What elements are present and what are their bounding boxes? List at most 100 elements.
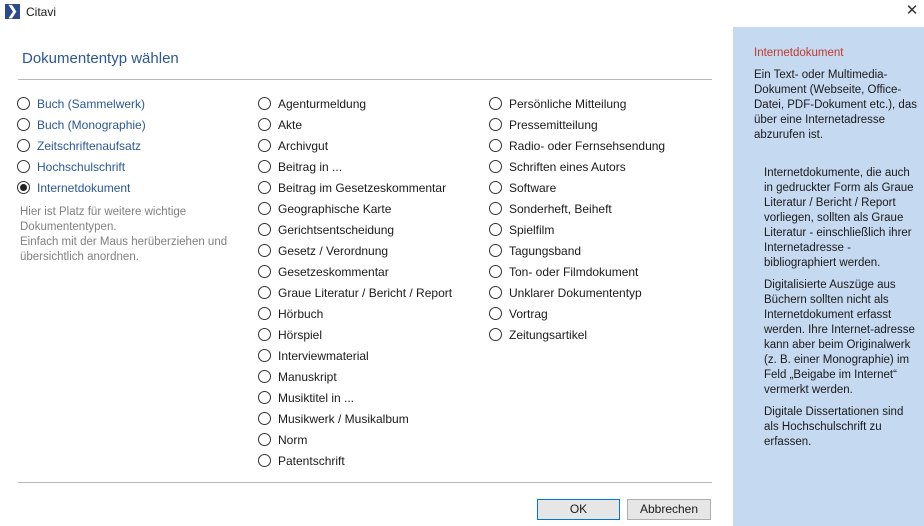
document-type-option[interactable]: Manuskript — [258, 366, 478, 387]
document-type-option[interactable]: Beitrag in ... — [258, 156, 478, 177]
radio-unchecked-icon[interactable] — [258, 433, 271, 446]
favorite-type-option[interactable]: Buch (Sammelwerk) — [17, 93, 247, 114]
info-panel: Internetdokument Ein Text- oder Multimed… — [733, 27, 924, 526]
document-type-option[interactable]: Schriften eines Autors — [489, 156, 719, 177]
document-type-option[interactable]: Archivgut — [258, 135, 478, 156]
favorite-type-option[interactable]: Zeitschriftenaufsatz — [17, 135, 247, 156]
radio-unchecked-icon[interactable] — [258, 265, 271, 278]
document-type-option-label: Persönliche Mitteilung — [509, 96, 627, 111]
document-type-option[interactable]: Persönliche Mitteilung — [489, 93, 719, 114]
radio-unchecked-icon[interactable] — [258, 118, 271, 131]
document-type-option[interactable]: Spielfilm — [489, 219, 719, 240]
favorite-type-option-label: Internetdokument — [37, 180, 131, 195]
document-type-option[interactable]: Musikwerk / Musikalbum — [258, 408, 478, 429]
radio-unchecked-icon[interactable] — [258, 244, 271, 257]
radio-unchecked-icon[interactable] — [489, 328, 502, 341]
close-button[interactable]: ✕ — [900, 0, 924, 22]
radio-unchecked-icon[interactable] — [258, 307, 271, 320]
document-type-option[interactable]: Patentschrift — [258, 450, 478, 471]
top-divider — [18, 79, 712, 80]
document-type-option[interactable]: Musiktitel in ... — [258, 387, 478, 408]
radio-unchecked-icon[interactable] — [489, 202, 502, 215]
document-type-option[interactable]: Norm — [258, 429, 478, 450]
document-type-option-label: Gesetzeskommentar — [278, 264, 389, 279]
document-type-option[interactable]: Zeitungsartikel — [489, 324, 719, 345]
document-type-option[interactable]: Software — [489, 177, 719, 198]
radio-unchecked-icon[interactable] — [258, 391, 271, 404]
ok-button[interactable]: OK — [537, 499, 620, 520]
radio-unchecked-icon[interactable] — [489, 286, 502, 299]
info-title: Internetdokument — [754, 47, 844, 59]
radio-unchecked-icon[interactable] — [258, 181, 271, 194]
document-type-option[interactable]: Gesetzeskommentar — [258, 261, 478, 282]
radio-unchecked-icon[interactable] — [258, 412, 271, 425]
document-type-option-label: Agenturmeldung — [278, 96, 367, 111]
radio-unchecked-icon[interactable] — [489, 118, 502, 131]
radio-unchecked-icon[interactable] — [258, 223, 271, 236]
document-type-option-label: Zeitungsartikel — [509, 327, 588, 342]
document-type-option[interactable]: Sonderheft, Beiheft — [489, 198, 719, 219]
radio-unchecked-icon[interactable] — [17, 118, 30, 131]
radio-unchecked-icon[interactable] — [258, 454, 271, 467]
document-types-column-2: Agenturmeldung Akte Archivgut Beitrag in ..… — [258, 93, 478, 471]
document-type-option[interactable]: Ton- oder Filmdokument — [489, 261, 719, 282]
radio-unchecked-icon[interactable] — [489, 244, 502, 257]
document-type-option-label: Musikwerk / Musikalbum — [278, 411, 409, 426]
bottom-divider — [18, 482, 712, 483]
document-type-option[interactable]: Agenturmeldung — [258, 93, 478, 114]
document-type-option[interactable]: Pressemitteilung — [489, 114, 719, 135]
document-type-option-label: Patentschrift — [278, 453, 345, 468]
document-type-option[interactable]: Unklarer Dokumententyp — [489, 282, 719, 303]
radio-unchecked-icon[interactable] — [489, 181, 502, 194]
radio-unchecked-icon[interactable] — [258, 139, 271, 152]
document-type-option-label: Tagungsband — [509, 243, 582, 258]
hint-text: Hier ist Platz für weitere wichtige Doku… — [20, 205, 250, 265]
favorite-type-option[interactable]: Internetdokument — [17, 177, 247, 198]
document-type-option-label: Hörbuch — [278, 306, 324, 321]
radio-unchecked-icon[interactable] — [489, 223, 502, 236]
document-type-option-label: Geographische Karte — [278, 201, 392, 216]
document-type-option[interactable]: Gerichtsentscheidung — [258, 219, 478, 240]
info-paragraph: Internetdokumente, die auch in gedruckte… — [764, 167, 914, 269]
radio-unchecked-icon[interactable] — [17, 139, 30, 152]
radio-unchecked-icon[interactable] — [489, 160, 502, 173]
favorite-type-option[interactable]: Buch (Monographie) — [17, 114, 247, 135]
radio-unchecked-icon[interactable] — [258, 286, 271, 299]
radio-unchecked-icon[interactable] — [17, 97, 30, 110]
document-type-option[interactable]: Interviewmaterial — [258, 345, 478, 366]
document-type-option-label: Schriften eines Autors — [509, 159, 626, 174]
radio-unchecked-icon[interactable] — [489, 139, 502, 152]
document-type-option-label: Graue Literatur / Bericht / Report — [278, 285, 453, 300]
document-type-option-label: Akte — [278, 117, 303, 132]
document-type-option[interactable]: Geographische Karte — [258, 198, 478, 219]
radio-unchecked-icon[interactable] — [258, 370, 271, 383]
citavi-logo-icon: ❯ — [5, 4, 20, 19]
document-type-option-label: Norm — [278, 432, 308, 447]
radio-unchecked-icon[interactable] — [258, 160, 271, 173]
radio-unchecked-icon[interactable] — [258, 97, 271, 110]
document-type-option[interactable]: Gesetz / Verordnung — [258, 240, 478, 261]
document-type-option[interactable]: Radio- oder Fernsehsendung — [489, 135, 719, 156]
info-body: Internetdokumente, die auch in gedruckte… — [764, 166, 920, 457]
radio-checked-icon[interactable] — [17, 181, 30, 194]
document-type-option-label: Musiktitel in ... — [278, 390, 355, 405]
document-type-option-label: Manuskript — [278, 369, 337, 384]
document-type-option[interactable]: Vortrag — [489, 303, 719, 324]
document-type-option[interactable]: Graue Literatur / Bericht / Report — [258, 282, 478, 303]
radio-unchecked-icon[interactable] — [489, 307, 502, 320]
document-type-option[interactable]: Akte — [258, 114, 478, 135]
radio-unchecked-icon[interactable] — [258, 202, 271, 215]
favorite-type-option-label: Buch (Monographie) — [37, 117, 146, 132]
radio-unchecked-icon[interactable] — [17, 160, 30, 173]
document-type-option-label: Beitrag im Gesetzeskommentar — [278, 180, 447, 195]
radio-unchecked-icon[interactable] — [489, 265, 502, 278]
document-type-option[interactable]: Beitrag im Gesetzeskommentar — [258, 177, 478, 198]
cancel-button[interactable]: Abbrechen — [627, 499, 711, 520]
document-type-option[interactable]: Tagungsband — [489, 240, 719, 261]
radio-unchecked-icon[interactable] — [258, 328, 271, 341]
radio-unchecked-icon[interactable] — [258, 349, 271, 362]
document-type-option[interactable]: Hörbuch — [258, 303, 478, 324]
document-type-option[interactable]: Hörspiel — [258, 324, 478, 345]
favorite-type-option[interactable]: Hochschulschrift — [17, 156, 247, 177]
radio-unchecked-icon[interactable] — [489, 97, 502, 110]
